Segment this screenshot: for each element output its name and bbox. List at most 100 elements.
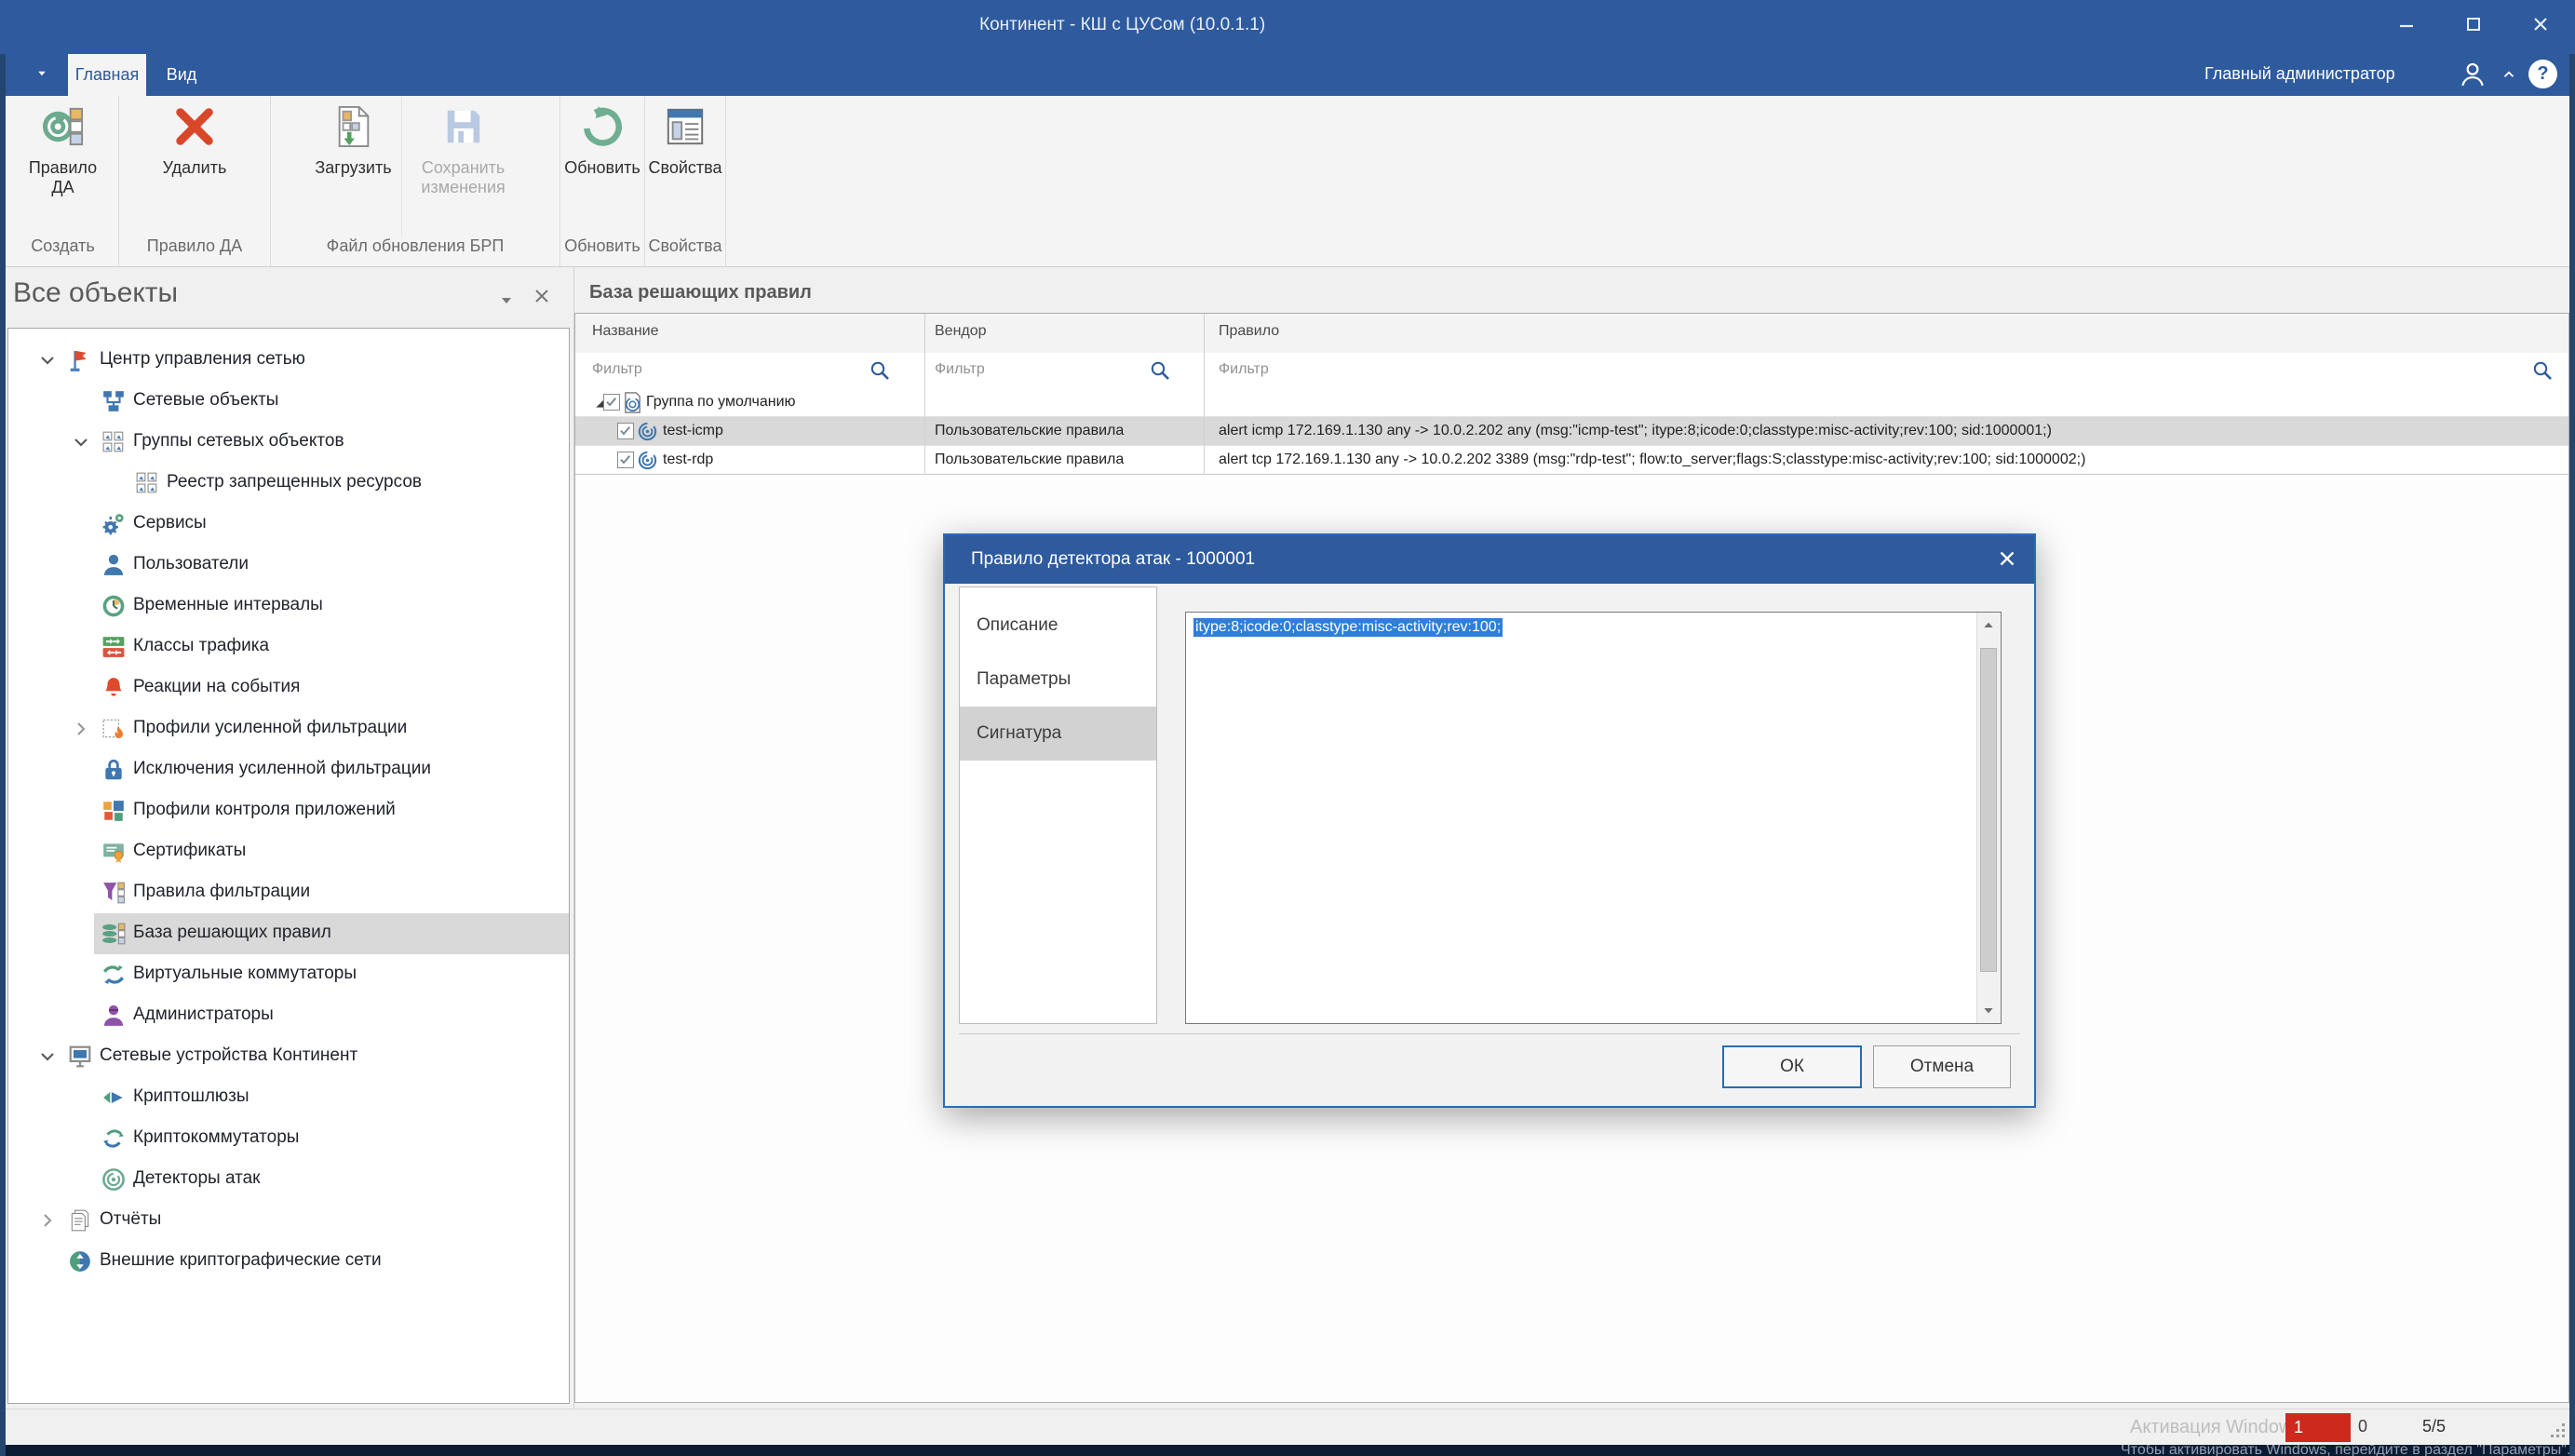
filter-row: Фильтр Фильтр Фильтр bbox=[575, 353, 2568, 389]
table-row-test-icmp[interactable]: test-icmpПользовательские правилаalert i… bbox=[575, 417, 2568, 446]
tab-view[interactable]: Вид bbox=[146, 54, 217, 96]
tree-item-clock[interactable]: Временные интервалы bbox=[8, 586, 569, 627]
funnel-icon bbox=[101, 881, 126, 905]
attack-detector-rule-dialog: Правило детектора атак - 1000001 Описани… bbox=[943, 533, 2036, 1108]
search-icon[interactable] bbox=[1149, 359, 1171, 382]
dialog-tab-0[interactable]: Описание bbox=[960, 599, 1156, 653]
tree-item-doc-fire[interactable]: Профили усиленной фильтрации bbox=[8, 708, 569, 749]
tab-main[interactable]: Главная bbox=[68, 54, 146, 96]
sidebar-collapse-icon[interactable] bbox=[495, 289, 518, 311]
tree-item-label: Правила фильтрации bbox=[133, 882, 310, 902]
ribbon-button-label: Удалить bbox=[163, 158, 227, 178]
window-title: Континент - КШ с ЦУСом (10.0.1.1) bbox=[979, 15, 1265, 35]
tree-item-reports[interactable]: Отчёты bbox=[8, 1200, 569, 1241]
filter-input-vendor[interactable]: Фильтр bbox=[935, 361, 985, 378]
app-menu-caret-icon[interactable] bbox=[34, 65, 58, 86]
tree-item-bell[interactable]: Реакции на события bbox=[8, 667, 569, 708]
tree-item-apps[interactable]: Профили контроля приложений bbox=[8, 790, 569, 831]
table-row-group[interactable]: Группа по умолчанию bbox=[575, 388, 2568, 417]
search-icon[interactable] bbox=[869, 359, 891, 382]
tree-item-label: Криптошлюзы bbox=[133, 1086, 249, 1107]
cancel-button[interactable]: Отмена bbox=[1873, 1045, 2011, 1088]
tree-item-network[interactable]: Сетевые объекты bbox=[8, 381, 569, 422]
tree-item-attack-detector[interactable]: Детекторы атак bbox=[8, 1159, 569, 1200]
tree-item-funnel[interactable]: Правила фильтрации bbox=[8, 872, 569, 913]
tree-item-user[interactable]: Пользователи bbox=[8, 545, 569, 586]
cell-name: test-rdp bbox=[663, 452, 713, 468]
rule-da-icon bbox=[42, 105, 85, 153]
scroll-up-icon[interactable] bbox=[1981, 618, 1996, 633]
scroll-down-icon[interactable] bbox=[1981, 1003, 1996, 1018]
help-button[interactable]: ? bbox=[2528, 60, 2557, 88]
row-checkbox[interactable] bbox=[617, 452, 634, 468]
filter-input-rule[interactable]: Фильтр bbox=[1219, 361, 1269, 378]
search-icon[interactable] bbox=[2531, 359, 2554, 382]
sidebar-close-icon[interactable] bbox=[531, 285, 553, 307]
admin-icon bbox=[101, 1004, 126, 1028]
column-header-vendor[interactable]: Вендор bbox=[935, 323, 987, 340]
tree-item-group-docs[interactable]: Группы сетевых объектов bbox=[8, 422, 569, 463]
chevron-collapsed-icon[interactable] bbox=[36, 1209, 59, 1232]
close-button[interactable] bbox=[2514, 6, 2567, 43]
tree-item-database[interactable]: База решающих правил bbox=[8, 913, 569, 954]
tree-item-label: Реестр запрещенных ресурсов bbox=[167, 472, 422, 492]
tree-item-lock[interactable]: Исключения усиленной фильтрации bbox=[8, 749, 569, 790]
tree-item-label: Администраторы bbox=[133, 1004, 274, 1025]
table-row-test-rdp[interactable]: test-rdpПользовательские правилаalert tc… bbox=[575, 446, 2568, 475]
chevron-collapsed-icon[interactable] bbox=[70, 718, 92, 740]
user-icon[interactable] bbox=[2459, 61, 2487, 88]
tree-item-external-net[interactable]: Внешние криптографические сети bbox=[8, 1241, 569, 1282]
tree-item-gears[interactable]: Сервисы bbox=[8, 504, 569, 545]
tree-item-devices[interactable]: Сетевые устройства Континент bbox=[8, 1036, 569, 1077]
refresh-icon bbox=[581, 105, 624, 153]
flag-icon bbox=[68, 348, 92, 372]
status-bar: Активация Windows 1 0 5/5 bbox=[0, 1409, 2575, 1445]
chevron-expanded-icon[interactable] bbox=[70, 431, 92, 453]
tree-item-crypto-switch[interactable]: Криптокоммутаторы bbox=[8, 1118, 569, 1159]
delete-x-button[interactable]: Удалить bbox=[154, 96, 236, 236]
row-checkbox[interactable] bbox=[617, 423, 634, 439]
properties-button[interactable]: Свойства bbox=[639, 96, 731, 236]
chevron-expanded-icon[interactable] bbox=[36, 349, 59, 371]
scrollbar-thumb[interactable] bbox=[1980, 648, 1997, 972]
window-edge-left bbox=[0, 54, 6, 1456]
row-checkbox[interactable] bbox=[603, 394, 620, 411]
database-icon bbox=[101, 922, 126, 946]
chevron-up-icon[interactable] bbox=[2501, 66, 2517, 83]
tree-item-virtual-switch[interactable]: Виртуальные коммутаторы bbox=[8, 954, 569, 995]
dialog-tab-list: ОписаниеПараметрыСигнатура bbox=[959, 586, 1157, 1024]
minimize-button[interactable] bbox=[2380, 6, 2433, 43]
column-header-name[interactable]: Название bbox=[592, 323, 659, 340]
maximize-button[interactable] bbox=[2447, 6, 2500, 43]
page-title: База решающих правил bbox=[589, 282, 812, 303]
tree-item-traffic[interactable]: Классы трафика bbox=[8, 627, 569, 667]
dialog-close-icon[interactable] bbox=[1995, 546, 2019, 571]
current-user-label[interactable]: Главный администратор bbox=[2204, 64, 2395, 84]
download-button[interactable]: Загрузить bbox=[305, 96, 400, 236]
textarea-scrollbar[interactable] bbox=[1976, 613, 2001, 1023]
title-bar: Континент - КШ с ЦУСом (10.0.1.1) bbox=[0, 0, 2575, 54]
rule-da-button[interactable]: Правило ДА bbox=[7, 96, 118, 236]
dialog-title: Правило детектора атак - 1000001 bbox=[971, 549, 1255, 570]
clock-icon bbox=[101, 594, 126, 618]
external-net-icon bbox=[68, 1249, 92, 1274]
tree-item-crypto-gateway[interactable]: Криптошлюзы bbox=[8, 1077, 569, 1118]
tree-item-label: Сетевые объекты bbox=[133, 390, 278, 411]
filter-input-name[interactable]: Фильтр bbox=[592, 361, 642, 378]
refresh-button[interactable]: Обновить bbox=[555, 96, 650, 236]
chevron-expanded-icon[interactable] bbox=[36, 1045, 59, 1068]
tree-item-group-docs[interactable]: Реестр запрещенных ресурсов bbox=[8, 463, 569, 504]
tree-item-admin[interactable]: Администраторы bbox=[8, 995, 569, 1036]
dialog-tab-1[interactable]: Параметры bbox=[960, 653, 1156, 707]
resize-grip[interactable] bbox=[2546, 1419, 2568, 1441]
tree-item-flag[interactable]: Центр управления сетью bbox=[8, 340, 569, 381]
certificate-icon bbox=[101, 840, 126, 864]
cell-name: Группа по умолчанию bbox=[646, 394, 796, 411]
column-header-rule[interactable]: Правило bbox=[1219, 323, 1279, 340]
signature-textarea[interactable]: itype:8;icode:0;classtype:misc-activity;… bbox=[1185, 612, 2002, 1024]
dialog-tab-2[interactable]: Сигнатура bbox=[960, 707, 1156, 761]
devices-icon bbox=[68, 1045, 92, 1069]
tree-item-certificate[interactable]: Сертификаты bbox=[8, 831, 569, 872]
ok-button[interactable]: ОК bbox=[1722, 1045, 1862, 1088]
signature-rule-icon bbox=[637, 450, 658, 471]
